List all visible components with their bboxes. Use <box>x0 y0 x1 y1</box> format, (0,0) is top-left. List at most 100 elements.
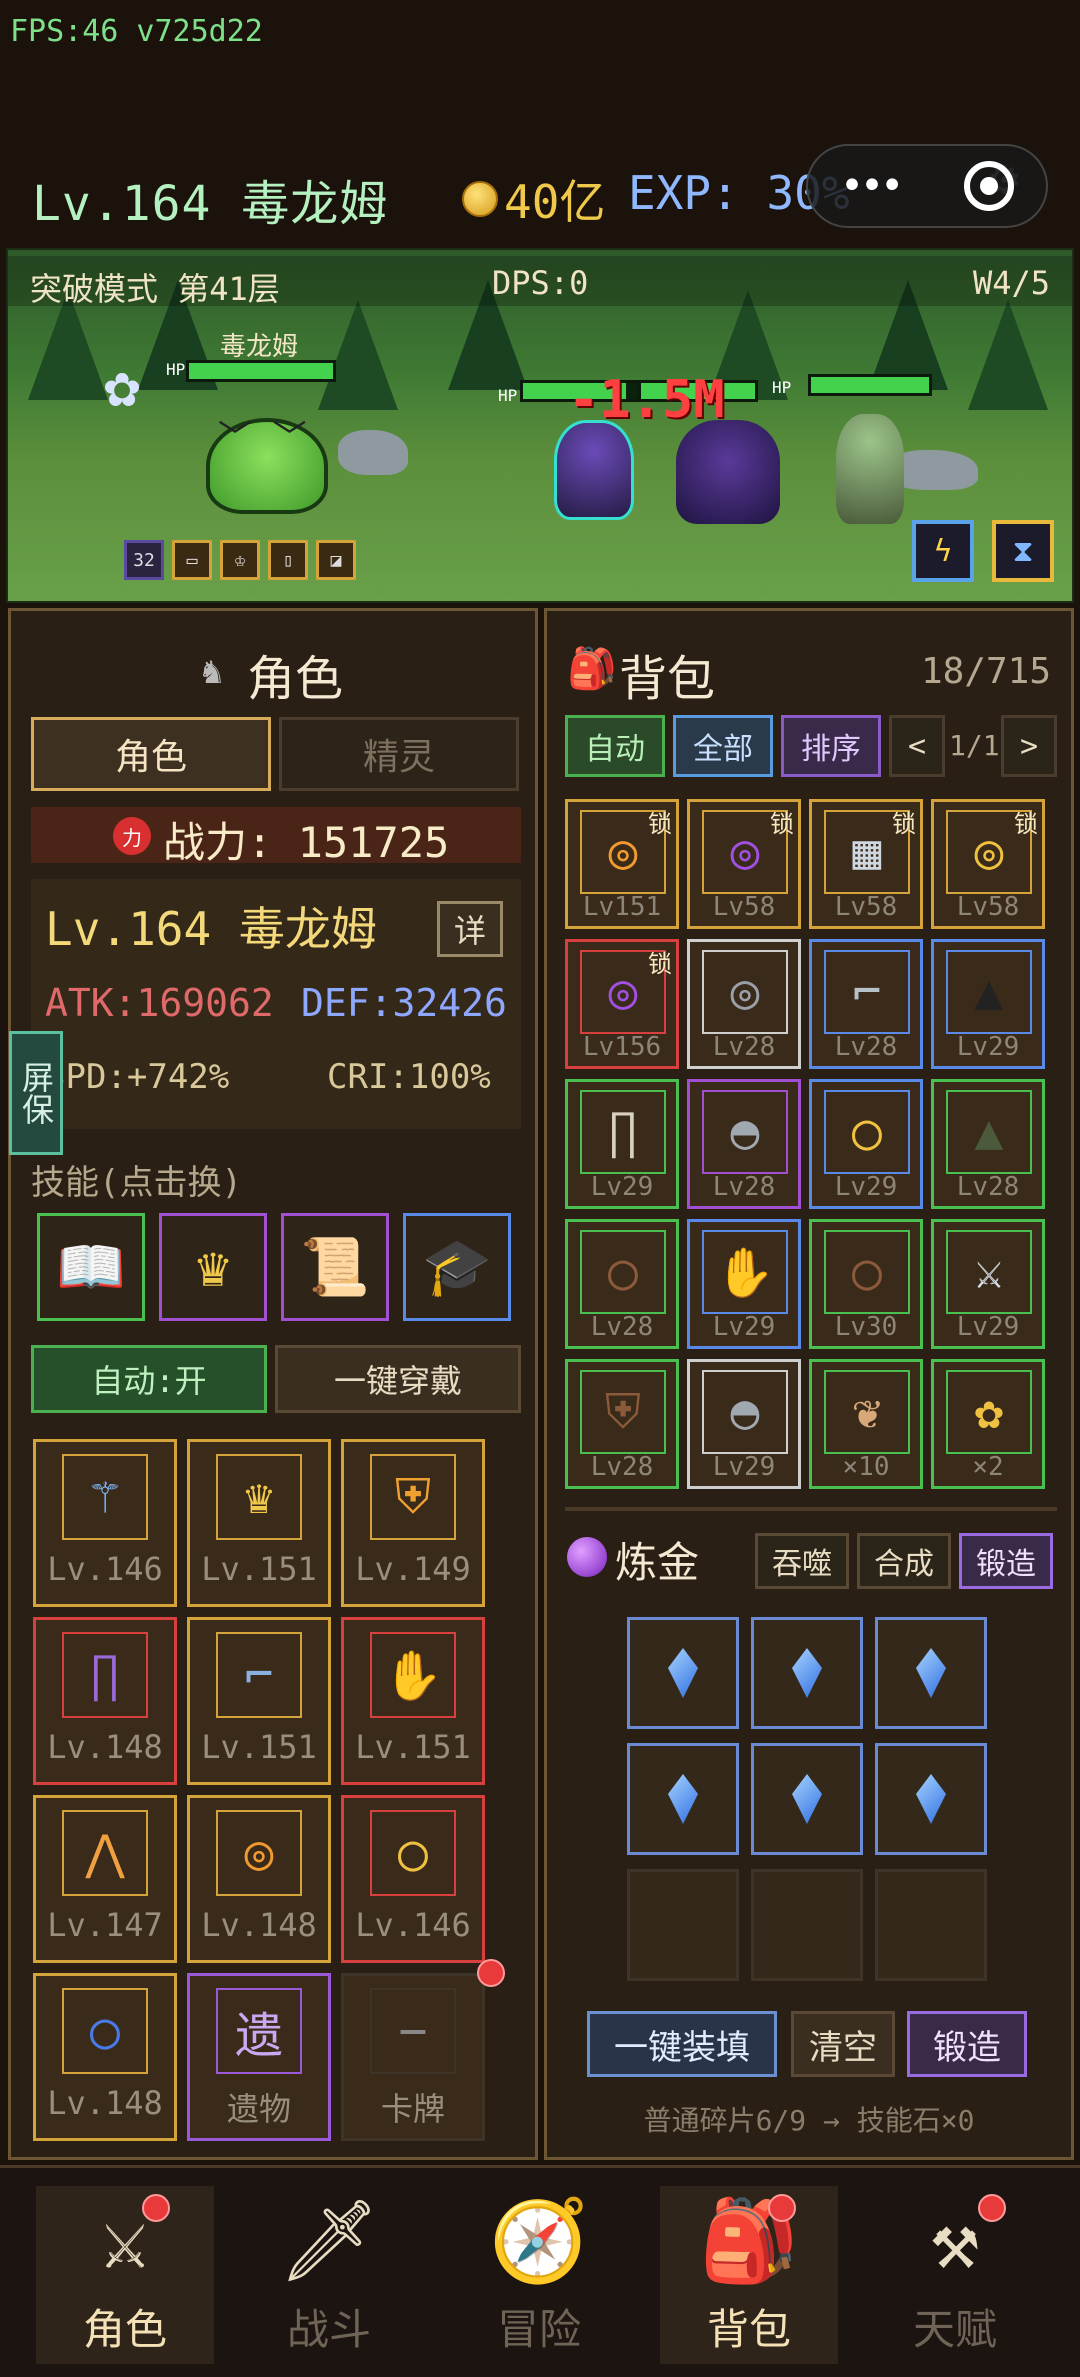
bag-item-slot[interactable]: ◯ Lv29 <box>809 1079 923 1209</box>
bag-item-slot[interactable]: ▲ Lv29 <box>931 939 1045 1069</box>
ring-blue-icon: ◯ <box>62 1988 148 2074</box>
equip-slot-crown[interactable]: ♛ Lv.151 <box>187 1439 331 1607</box>
bag-item-slot[interactable]: ▦ 锁 Lv58 <box>809 799 923 929</box>
nav-bag[interactable]: 🎒 背包 <box>660 2186 838 2364</box>
equip-slot-pants[interactable]: ∏ Lv.148 <box>33 1617 177 1785</box>
skill-slot-scroll[interactable]: 📜 <box>281 1213 389 1321</box>
auto-equip-toggle[interactable]: 自动:开 <box>31 1345 267 1413</box>
bag-item-slot[interactable]: ⛨ Lv28 <box>565 1359 679 1489</box>
equip-slot-ring-blue[interactable]: ◯ Lv.148 <box>33 1973 177 2141</box>
alchemy-slot[interactable] <box>751 1617 863 1729</box>
nav-label: 天赋 <box>912 2305 997 2354</box>
alchemy-slot[interactable] <box>627 1743 739 1855</box>
fill-all-button[interactable]: 一键装填 <box>587 2011 777 2077</box>
equip-slot-gloves[interactable]: ✋ Lv.151 <box>341 1617 485 1785</box>
bag-item-slot[interactable]: ◎ 锁 Lv156 <box>565 939 679 1069</box>
alchemy-slot[interactable] <box>875 1743 987 1855</box>
prev-page-button[interactable]: < <box>889 715 945 777</box>
skill-slot-book[interactable]: 📖 <box>37 1213 145 1321</box>
equip-level: Lv.146 <box>47 1550 163 1588</box>
bag-item-slot[interactable]: ⚔ Lv29 <box>931 1219 1045 1349</box>
item-icon: ▲ <box>946 1090 1032 1174</box>
item-level: Lv28 <box>834 1032 898 1062</box>
tab-character[interactable]: 角色 <box>31 717 271 791</box>
bag-item-slot[interactable]: ◎ 锁 Lv58 <box>931 799 1045 929</box>
equip-slot-relic[interactable]: 遗遗物 <box>187 1973 331 2141</box>
alchemy-slot[interactable] <box>875 1617 987 1729</box>
alchemy-info: 普通碎片6/9 → 技能石×0 <box>643 2104 975 2137</box>
detail-button[interactable]: 详 <box>437 901 503 957</box>
equip-slot-wings[interactable]: ⋀ Lv.147 <box>33 1795 177 1963</box>
empty-alchemy-slot[interactable] <box>751 1869 863 1981</box>
bag-item-slot[interactable]: ✿ ×2 <box>931 1359 1045 1489</box>
equip-all-button[interactable]: 一键穿戴 <box>275 1345 521 1413</box>
forge-button[interactable]: 锻造 <box>907 2011 1027 2077</box>
equip-slot-staff[interactable]: ⚚ Lv.146 <box>33 1439 177 1607</box>
backpack-icon: 🎒 <box>567 646 617 692</box>
talent-nav-dot <box>978 2194 1006 2222</box>
hourglass-button[interactable]: ⧗ <box>992 520 1054 582</box>
equip-level: Lv.151 <box>355 1728 471 1766</box>
screensaver-button[interactable]: 屏保 <box>9 1031 63 1155</box>
bag-item-slot[interactable]: ◎ Lv28 <box>687 939 801 1069</box>
bag-item-slot[interactable]: ◯ Lv28 <box>565 1219 679 1349</box>
equip-slot-card[interactable]: − 卡牌 <box>341 1973 485 2141</box>
skill-scroll-icon: ▯ <box>268 540 308 580</box>
nav-adventure[interactable]: 🧭 冒险 <box>450 2186 628 2364</box>
bag-item-slot[interactable]: ∏ Lv29 <box>565 1079 679 1209</box>
bag-item-slot[interactable]: ◯ Lv30 <box>809 1219 923 1349</box>
bag-filter-all-button[interactable]: 全部 <box>673 715 773 777</box>
alchemy-slot[interactable] <box>627 1617 739 1729</box>
skill-book-icon: ▭ <box>172 540 212 580</box>
alchemy-tab-devour[interactable]: 吞噬 <box>755 1533 849 1589</box>
next-page-button[interactable]: > <box>1001 715 1057 777</box>
nav-character[interactable]: ⚔ 角色 <box>36 2186 214 2364</box>
bag-sort-button[interactable]: 排序 <box>781 715 881 777</box>
dps-display: DPS:0 <box>492 264 589 302</box>
nav-battle[interactable]: 🗡 战斗 <box>240 2186 418 2364</box>
close-mini-program-button[interactable] <box>964 161 1015 211</box>
nav-label: 角色 <box>82 2305 167 2354</box>
equip-slot-necklace[interactable]: ◎ Lv.148 <box>187 1795 331 1963</box>
bag-auto-button[interactable]: 自动 <box>565 715 665 777</box>
bag-item-slot[interactable]: ◓ Lv28 <box>687 1079 801 1209</box>
bag-item-slot[interactable]: ◎ 锁 Lv58 <box>687 799 801 929</box>
alchemy-tab-combine[interactable]: 合成 <box>857 1533 951 1589</box>
equip-level: 遗物 <box>226 2090 291 2128</box>
nav-talent[interactable]: ⚒ 天赋 <box>866 2186 1044 2364</box>
equip-slot-boots[interactable]: ⌐ Lv.151 <box>187 1617 331 1785</box>
clear-button[interactable]: 清空 <box>791 2011 895 2077</box>
bag-item-slot[interactable]: ◓ Lv29 <box>687 1359 801 1489</box>
bag-item-slot[interactable]: ◎ 锁 Lv151 <box>565 799 679 929</box>
alchemy-tab-forge[interactable]: 锻造 <box>959 1533 1053 1589</box>
more-menu-button[interactable]: ••• <box>840 163 904 209</box>
card-notification-dot <box>477 1959 505 1987</box>
item-icon: ⛨ <box>580 1370 666 1454</box>
bag-capacity: 18/715 <box>920 651 1051 692</box>
equip-slot-ring[interactable]: ◯ Lv.146 <box>341 1795 485 1963</box>
bag-item-slot[interactable]: ▲ Lv28 <box>931 1079 1045 1209</box>
skill-slot-graduation[interactable]: 🎓 <box>403 1213 511 1321</box>
tab-spirit[interactable]: 精灵 <box>279 717 519 791</box>
empty-alchemy-slot[interactable] <box>627 1869 739 1981</box>
bag-item-slot[interactable]: ✋ Lv29 <box>687 1219 801 1349</box>
item-level: Lv151 <box>582 892 662 922</box>
bag-item-slot[interactable]: ❦ ×10 <box>809 1359 923 1489</box>
crystal-icon <box>792 1648 822 1698</box>
crystal-icon <box>916 1648 946 1698</box>
item-icon: ∏ <box>580 1090 666 1174</box>
crystal-icon <box>668 1774 698 1824</box>
bag-item-slot[interactable]: ⌐ Lv28 <box>809 939 923 1069</box>
lock-badge: 锁 <box>648 810 672 838</box>
power-icon: 力 <box>113 817 151 855</box>
lock-badge: 锁 <box>892 810 916 838</box>
gold-display: 40亿 <box>462 166 605 232</box>
equip-slot-armor[interactable]: ⛨ Lv.149 <box>341 1439 485 1607</box>
skill-slot-crown[interactable]: ♛ <box>159 1213 267 1321</box>
item-level: Lv28 <box>956 1172 1020 1202</box>
empty-alchemy-slot[interactable] <box>875 1869 987 1981</box>
speed-up-button[interactable]: ϟ <box>912 520 974 582</box>
alchemy-slot[interactable] <box>751 1743 863 1855</box>
boots-icon: ⌐ <box>216 1632 302 1718</box>
item-icon: ✿ <box>946 1370 1032 1454</box>
